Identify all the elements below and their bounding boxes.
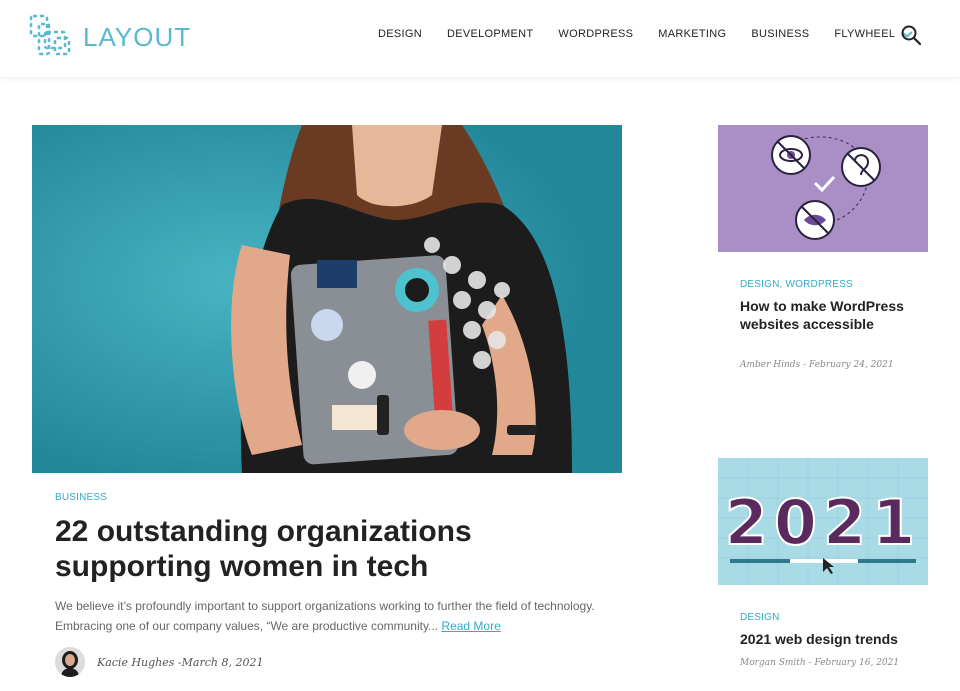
nav-item-business[interactable]: BUSINESS bbox=[751, 28, 809, 40]
nav-item-flywheel-label: FLYWHEEL bbox=[834, 28, 896, 40]
nav-item-wordpress[interactable]: WORDPRESS bbox=[558, 28, 633, 40]
nav-item-development[interactable]: DEVELOPMENT bbox=[447, 28, 533, 40]
side-post-2-category[interactable]: DESIGN bbox=[740, 612, 780, 623]
woman-with-laptop-illustration bbox=[32, 125, 622, 473]
author-avatar[interactable] bbox=[55, 647, 85, 677]
accessibility-illustration bbox=[718, 125, 928, 252]
logo-text: LAYOUT bbox=[83, 21, 192, 52]
featured-image[interactable] bbox=[32, 125, 622, 473]
avatar-portrait-icon bbox=[55, 647, 85, 677]
featured-category[interactable]: BUSINESS bbox=[55, 492, 107, 503]
site-header: LAYOUT DESIGN DEVELOPMENT WORDPRESS MARK… bbox=[0, 0, 960, 77]
search-icon[interactable] bbox=[900, 24, 922, 46]
trends-image-text: 2021 bbox=[725, 486, 922, 559]
side-post-1-category[interactable]: DESIGN, WORDPRESS bbox=[740, 279, 853, 290]
side-post-1-meta: Amber Hinds - February 24, 2021 bbox=[740, 360, 894, 370]
featured-byline-text: Kacie Hughes -March 8, 2021 bbox=[97, 655, 264, 669]
side-post-1-title[interactable]: How to make WordPress websites accessibl… bbox=[740, 298, 920, 333]
side-post-2-image[interactable]: 2021 bbox=[718, 458, 928, 585]
featured-excerpt-text: We believe it’s profoundly important to … bbox=[55, 599, 595, 633]
nav-item-marketing[interactable]: MARKETING bbox=[658, 28, 726, 40]
side-post-2-title[interactable]: 2021 web design trends bbox=[740, 631, 920, 649]
side-post-1-image[interactable] bbox=[718, 125, 928, 252]
featured-byline: Kacie Hughes -March 8, 2021 bbox=[55, 647, 263, 677]
site-logo[interactable]: LAYOUT bbox=[27, 12, 191, 62]
side-post-2-meta: Morgan Smith - February 16, 2021 bbox=[740, 658, 900, 668]
featured-title[interactable]: 22 outstanding organizations supporting … bbox=[55, 514, 615, 584]
2021-trends-illustration: 2021 bbox=[718, 458, 928, 585]
main-nav: DESIGN DEVELOPMENT WORDPRESS MARKETING B… bbox=[378, 28, 913, 40]
layout-logo-icon bbox=[29, 14, 71, 56]
featured-excerpt: We believe it’s profoundly important to … bbox=[55, 596, 595, 636]
read-more-link[interactable]: Read More bbox=[441, 619, 500, 633]
nav-item-design[interactable]: DESIGN bbox=[378, 28, 422, 40]
